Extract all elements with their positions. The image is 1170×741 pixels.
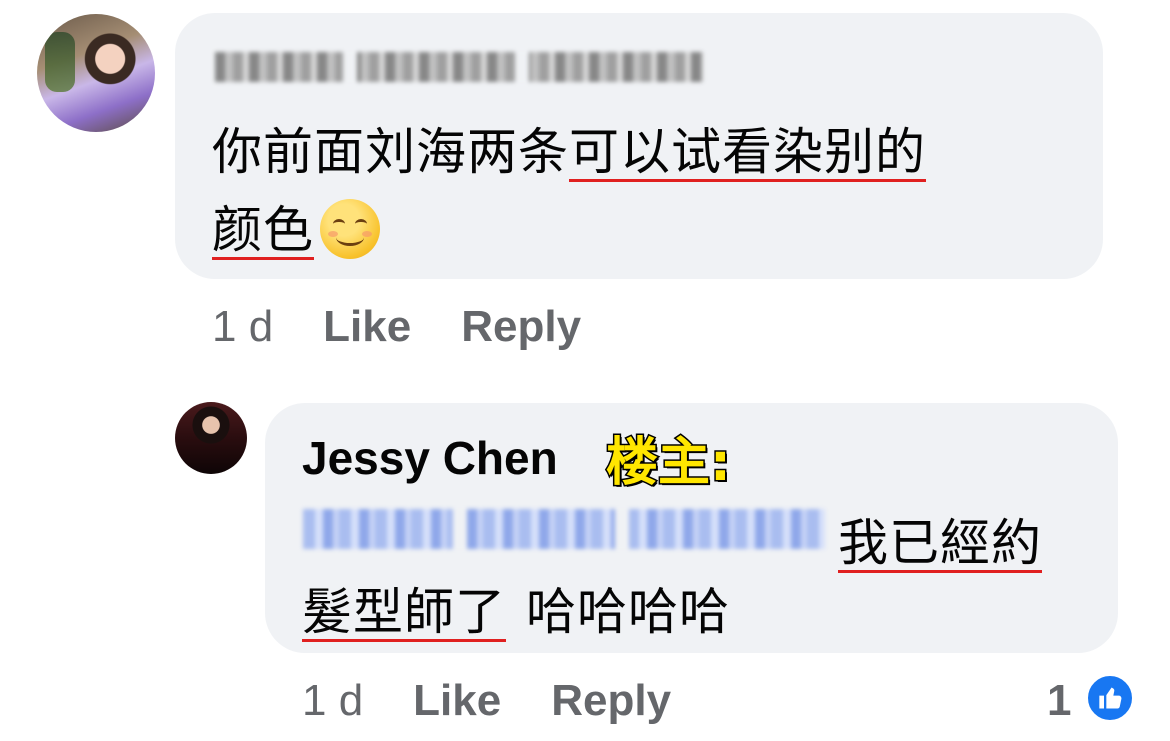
reply-author-name[interactable]: Jessy Chen (302, 431, 558, 485)
comment-text-line-2: 颜色 (212, 190, 380, 262)
thumbs-up-icon[interactable] (1085, 673, 1135, 723)
comment-timestamp[interactable]: 1 d (212, 302, 273, 351)
reply-text-line-1: 我已經約 (838, 503, 1042, 575)
reaction-count[interactable]: 1 (1047, 676, 1071, 726)
comment-text-plain: 你前面刘海两条 (212, 123, 569, 181)
op-tag-label: 楼主: (605, 432, 733, 495)
reply-author-avatar[interactable] (175, 402, 247, 474)
reply-actions: 1 d Like Reply (302, 676, 721, 726)
comment-actions: 1 d Like Reply (212, 302, 631, 352)
commenter-avatar[interactable] (37, 14, 155, 132)
reply-text-underlined-2: 髮型師了 (302, 583, 506, 641)
reply-timestamp[interactable]: 1 d (302, 676, 363, 725)
smiling-face-icon (320, 199, 380, 259)
comment-like-button[interactable]: Like (323, 302, 411, 351)
reply-text-plain: 哈哈哈哈 (526, 583, 730, 641)
comment-text-underlined-2: 颜色 (212, 201, 314, 259)
commenter-name-blurred[interactable] (215, 52, 703, 82)
comment-text-underlined: 可以试看染别的 (569, 123, 926, 181)
mentioned-name-blurred[interactable] (303, 509, 825, 549)
reply-reply-button[interactable]: Reply (551, 676, 671, 725)
reply-text-line-2: 髮型師了 哈哈哈哈 (302, 572, 730, 644)
reply-like-button[interactable]: Like (413, 676, 501, 725)
reply-text-underlined: 我已經約 (838, 514, 1042, 572)
comment-text-line-1: 你前面刘海两条可以试看染别的 (212, 112, 926, 184)
comment-reply-button[interactable]: Reply (461, 302, 581, 351)
